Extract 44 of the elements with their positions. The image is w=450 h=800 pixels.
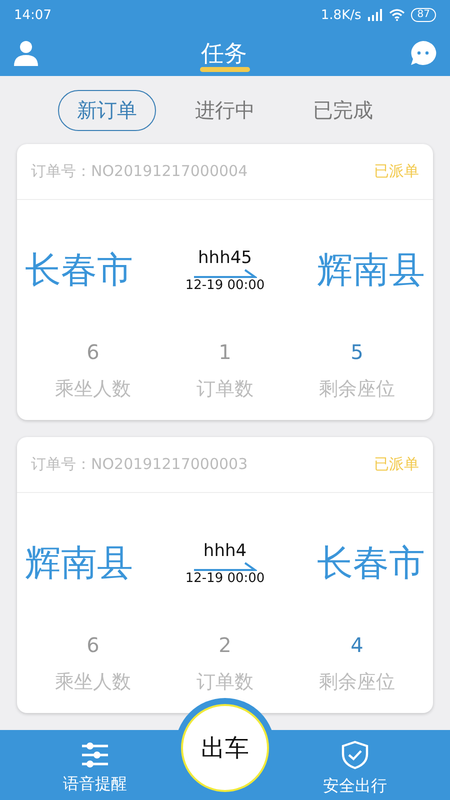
stat-value: 5 (350, 340, 364, 364)
stat-value: 6 (86, 340, 100, 364)
stat-label: 乘坐人数 (55, 377, 131, 402)
tab[interactable]: 进行中 (176, 90, 274, 130)
order-status: 已派单 (374, 455, 419, 474)
origin-city: 长春市 (25, 248, 133, 292)
departure-time: 12-19 00:00 (185, 278, 265, 292)
battery-indicator: 87 (411, 8, 436, 22)
origin-city: 辉南县 (25, 542, 133, 586)
depart-button[interactable]: 出车 (181, 704, 269, 792)
stat-label: 乘坐人数 (55, 670, 131, 695)
chat-bubble-icon[interactable] (408, 39, 438, 67)
departure-time: 12-19 00:00 (185, 570, 265, 586)
shield-check-icon (340, 740, 370, 770)
sliders-icon (80, 742, 110, 768)
stat-label: 订单数 (196, 670, 254, 695)
order-status: 已派单 (374, 162, 419, 181)
safe-travel-button[interactable]: 安全出行 (290, 734, 450, 796)
stat-value: 2 (218, 633, 232, 657)
stat-value: 1 (218, 340, 232, 364)
route-name: hhh4 (203, 540, 247, 560)
stat-label: 剩余座位 (319, 377, 395, 402)
page-title: 任务 (201, 40, 247, 68)
wifi-icon (389, 9, 406, 21)
signal-icon (367, 9, 384, 21)
route-name: hhh45 (198, 248, 252, 268)
voice-reminder-button[interactable]: 语音提醒 (0, 736, 160, 794)
order-card[interactable]: 订单号：NO20191217000003 已派单 辉南县 hhh4 12-19 00:00 长春市 6 乘坐人数 2 订单数 4 剩余座位 (17, 437, 433, 713)
order-card[interactable]: 订单号：NO20191217000004 已派单 长春市 hhh45 12-19 00:00 辉南县 6 乘坐人数 1 订单数 5 剩余座位 (17, 144, 433, 420)
destination-city: 长春市 (317, 542, 425, 586)
order-number: 订单号：NO20191217000003 (31, 455, 248, 474)
network-speed: 1.8K/s (320, 8, 362, 22)
stat-value: 4 (350, 633, 364, 657)
status-time: 14:07 (14, 8, 52, 22)
order-number: 订单号：NO20191217000004 (31, 162, 248, 181)
tab[interactable]: 新订单 (58, 90, 156, 130)
destination-city: 辉南县 (317, 248, 425, 292)
tab[interactable]: 已完成 (294, 90, 392, 130)
stat-value: 6 (86, 633, 100, 657)
nav-label: 安全出行 (323, 776, 387, 796)
user-icon[interactable] (12, 39, 40, 67)
stat-label: 订单数 (196, 377, 254, 402)
stat-label: 剩余座位 (319, 670, 395, 695)
nav-label: 语音提醒 (63, 774, 127, 794)
